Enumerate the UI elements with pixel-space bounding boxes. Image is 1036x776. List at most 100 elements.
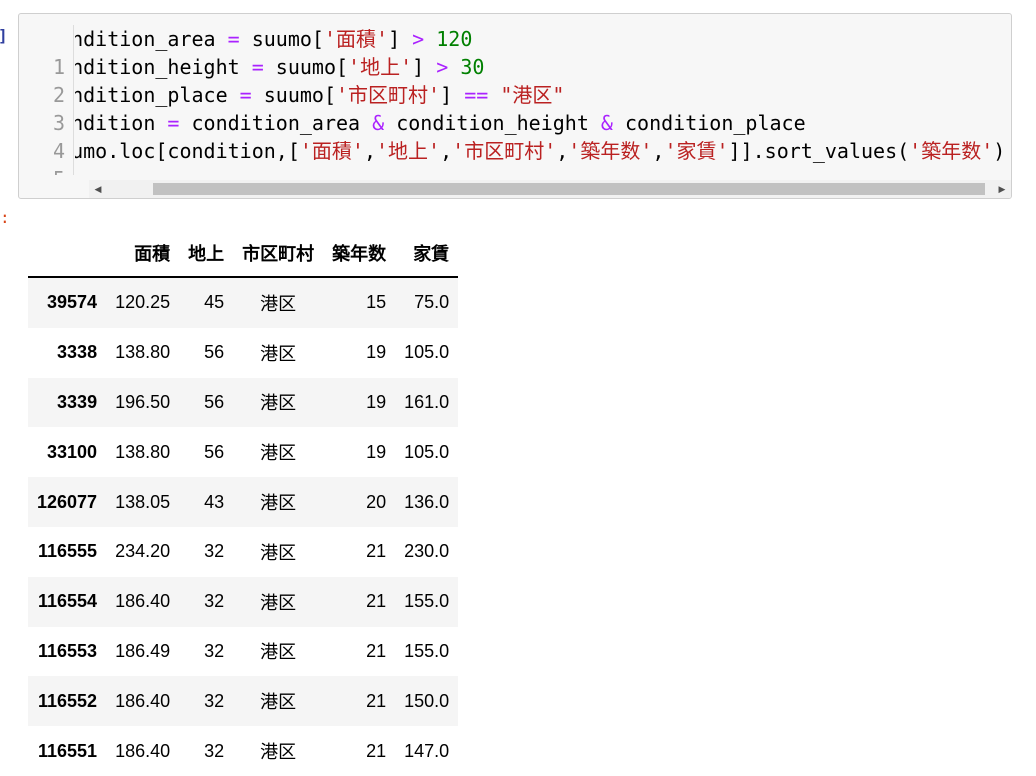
code-text[interactable]: condition = condition_area & condition_h… <box>75 109 1011 137</box>
table-cell: 15 <box>366 292 387 313</box>
table-cell: 56 <box>204 342 225 363</box>
code-line[interactable]: 3 condition_place = suumo['市区町村'] == "港区… <box>19 81 1011 135</box>
table-row: 126077 138.05 43 港区 20 136.0 <box>28 477 459 527</box>
code-token: ] <box>412 55 437 79</box>
code-token: suumo[ <box>251 83 336 107</box>
column-header: 面積 <box>106 230 180 278</box>
code-token-op: = <box>251 55 264 79</box>
row-index: 3339 <box>57 391 98 412</box>
code-line[interactable]: 4 condition = condition_area & condition… <box>19 109 1011 163</box>
horizontal-scrollbar[interactable]: ◀ ▶ <box>89 180 1011 198</box>
code-token: , <box>440 139 453 163</box>
code-token: , <box>652 139 665 163</box>
code-token: , <box>363 139 377 163</box>
code-token: suumo[ <box>263 55 349 79</box>
code-token: condition <box>75 111 156 135</box>
code-token: , <box>556 139 569 163</box>
table-cell: 32 <box>204 690 225 711</box>
code-token-str: '市区町村' <box>336 83 441 107</box>
code-token: condition_place <box>612 111 806 135</box>
table-cell: 港区 <box>260 293 297 314</box>
input-prompt: ] <box>0 26 8 45</box>
table-cell: 港区 <box>260 642 297 663</box>
table-cell: 155.0 <box>404 640 450 661</box>
table-cell: 港区 <box>260 343 297 364</box>
table-row: 3339 196.50 56 港区 19 161.0 <box>28 377 459 428</box>
scrollbar-thumb[interactable] <box>153 183 985 195</box>
row-index: 3338 <box>57 342 98 363</box>
table-cell: 186.49 <box>115 640 171 661</box>
table-cell: 21 <box>366 591 387 612</box>
table-row: 116551 186.40 32 港区 21 147.0 <box>28 726 458 776</box>
table-row: 116554 186.40 32 港区 21 155.0 <box>28 576 459 627</box>
table-cell: 56 <box>204 391 225 412</box>
table-cell: 138.80 <box>115 441 171 462</box>
table-cell: 19 <box>366 391 387 412</box>
code-text[interactable]: condition_height = suumo['地上'] > 30 <box>75 53 1011 81</box>
index-header <box>28 230 107 278</box>
table-cell: 147.0 <box>404 740 450 761</box>
code-line[interactable]: 2 condition_height = suumo['地上'] > 30 <box>19 53 1011 107</box>
code-token: ] <box>388 27 413 51</box>
code-token-str: '地上' <box>348 55 413 79</box>
table-cell: 19 <box>366 342 387 363</box>
table-cell: 港区 <box>260 592 297 613</box>
table-row: 3338 138.80 56 港区 19 105.0 <box>28 328 458 378</box>
code-token: ] <box>440 83 465 107</box>
table-cell: 105.0 <box>404 342 450 363</box>
table-cell: 32 <box>204 591 225 612</box>
table-cell: 75.0 <box>414 292 450 313</box>
table-cell: 32 <box>204 541 225 562</box>
row-index: 116554 <box>38 591 98 612</box>
code-token-op: > <box>412 27 425 51</box>
table-row: 33100 138.80 56 港区 19 105.0 <box>28 427 458 477</box>
table-row: 116555 234.20 32 港区 21 230.0 <box>28 527 458 577</box>
code-token-str: '市区町村' <box>452 139 557 163</box>
code-text[interactable]: suumo.loc[condition,['面積','地上','市区町村','築… <box>75 137 1011 165</box>
code-cell[interactable]: 1 condition_area = suumo['面積'] > 120 2 c… <box>18 13 1012 199</box>
code-token: suumo[ <box>239 27 324 51</box>
row-index: 116555 <box>38 541 98 562</box>
table-cell: 186.40 <box>115 740 171 761</box>
table-cell: 21 <box>366 740 387 761</box>
code-line[interactable]: 5 suumo.loc[condition,['面積','地上','市区町村',… <box>19 137 1011 175</box>
code-token-num: 30 <box>460 55 485 79</box>
scroll-left-arrow-icon[interactable]: ◀ <box>89 180 107 198</box>
table-cell: 港区 <box>260 493 297 514</box>
code-text[interactable]: condition_place = suumo['市区町村'] == "港区" <box>75 81 1011 109</box>
table-row: 116553 186.49 32 港区 21 155.0 <box>28 627 458 677</box>
dataframe-output: 面積 地上 市区町村 築年数 家賃 39574 120.25 45 港区 15 … <box>28 230 459 776</box>
code-token-op: = <box>167 111 180 135</box>
table-cell: 43 <box>204 491 225 512</box>
scroll-right-arrow-icon[interactable]: ▶ <box>993 180 1011 198</box>
row-index: 116553 <box>38 640 98 661</box>
code-token-op: & <box>372 111 385 135</box>
code-line[interactable]: 1 condition_area = suumo['面積'] > 120 <box>19 25 1011 79</box>
row-index: 126077 <box>37 491 98 512</box>
table-cell: 港区 <box>260 542 297 563</box>
code-text[interactable]: condition_area = suumo['面積'] > 120 <box>75 25 1011 53</box>
table-cell: 56 <box>204 441 225 462</box>
table-cell: 港区 <box>260 742 297 763</box>
code-token: ) <box>993 139 1006 163</box>
table-cell: 19 <box>366 441 387 462</box>
code-token: condition_area <box>75 27 216 51</box>
table-cell: 186.40 <box>115 690 171 711</box>
code-token-str: '地上' <box>376 139 441 163</box>
code-token: suumo.loc[condition,[ <box>75 139 300 163</box>
code-token: condition_area <box>179 111 373 135</box>
row-index: 39574 <box>47 292 98 313</box>
code-token-str: '家賃' <box>664 139 729 163</box>
column-header: 市区町村 <box>233 230 324 278</box>
code-editor[interactable]: 1 condition_area = suumo['面積'] > 120 2 c… <box>19 25 1011 175</box>
row-index: 33100 <box>47 441 98 462</box>
table-header-row: 面積 地上 市区町村 築年数 家賃 <box>28 230 459 278</box>
table-cell: 港区 <box>260 443 297 464</box>
table-cell: 105.0 <box>404 441 450 462</box>
table-cell: 21 <box>366 640 387 661</box>
table-row: 39574 120.25 45 港区 15 75.0 <box>28 277 459 328</box>
code-token: ]].sort_values( <box>728 139 910 163</box>
table-cell: 港区 <box>260 692 297 713</box>
code-token-str: "港区" <box>500 83 565 107</box>
